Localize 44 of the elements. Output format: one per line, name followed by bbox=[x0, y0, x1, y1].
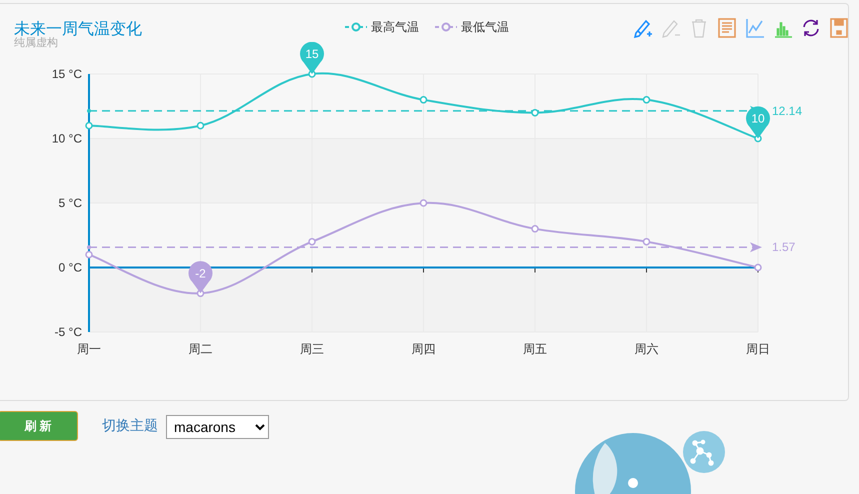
data-point bbox=[85, 122, 93, 130]
chart-subtitle: 纯属虚构 bbox=[14, 37, 58, 50]
axis-label: 周四 bbox=[412, 342, 436, 356]
axis-label: 周六 bbox=[634, 342, 658, 356]
data-point bbox=[420, 199, 428, 207]
axis-label: 周二 bbox=[188, 342, 212, 356]
chart-title: 未来一周气温变化 bbox=[14, 21, 142, 38]
average-value: 1.57 bbox=[772, 240, 796, 254]
axis-label: 周一 bbox=[77, 342, 101, 356]
pin-marker bbox=[300, 42, 324, 74]
axis-label: 周五 bbox=[523, 342, 547, 356]
pin-value: 10 bbox=[751, 112, 765, 126]
theme-label: 切换主题 bbox=[102, 416, 158, 435]
axis-label: 15 °C bbox=[52, 67, 82, 81]
document-icon[interactable] bbox=[717, 18, 737, 38]
refresh-icon[interactable] bbox=[801, 18, 821, 38]
line-chart-icon[interactable] bbox=[745, 18, 765, 38]
axis-label: 5 °C bbox=[58, 196, 82, 210]
arrowhead-icon bbox=[750, 242, 762, 252]
data-point bbox=[420, 96, 428, 104]
average-value: 12.14 bbox=[772, 104, 802, 118]
data-point bbox=[308, 238, 316, 246]
pencil-plus-icon[interactable] bbox=[633, 18, 653, 38]
legend-item[interactable]: 最高气温 bbox=[371, 18, 419, 36]
axis-label: 周三 bbox=[300, 342, 324, 356]
ref-line-start-marker bbox=[87, 245, 91, 250]
data-point bbox=[642, 96, 650, 104]
axis-label: 10 °C bbox=[52, 132, 82, 146]
axis-label: 周日 bbox=[746, 342, 770, 356]
axis-label: 0 °C bbox=[58, 260, 82, 274]
data-point bbox=[85, 250, 93, 258]
data-point bbox=[531, 225, 539, 233]
theme-select[interactable]: macarons bbox=[166, 415, 269, 439]
pin-marker bbox=[746, 106, 770, 138]
legend-item[interactable]: 最低气温 bbox=[461, 18, 509, 36]
data-point bbox=[196, 122, 204, 130]
data-point bbox=[642, 238, 650, 246]
ref-line-start-marker bbox=[87, 108, 91, 113]
data-point bbox=[754, 264, 762, 272]
pin-value: -2 bbox=[195, 266, 206, 280]
data-point bbox=[531, 108, 539, 116]
pin-marker bbox=[188, 261, 212, 294]
pin-value: 15 bbox=[305, 47, 319, 61]
axis-label: -5 °C bbox=[54, 325, 82, 339]
